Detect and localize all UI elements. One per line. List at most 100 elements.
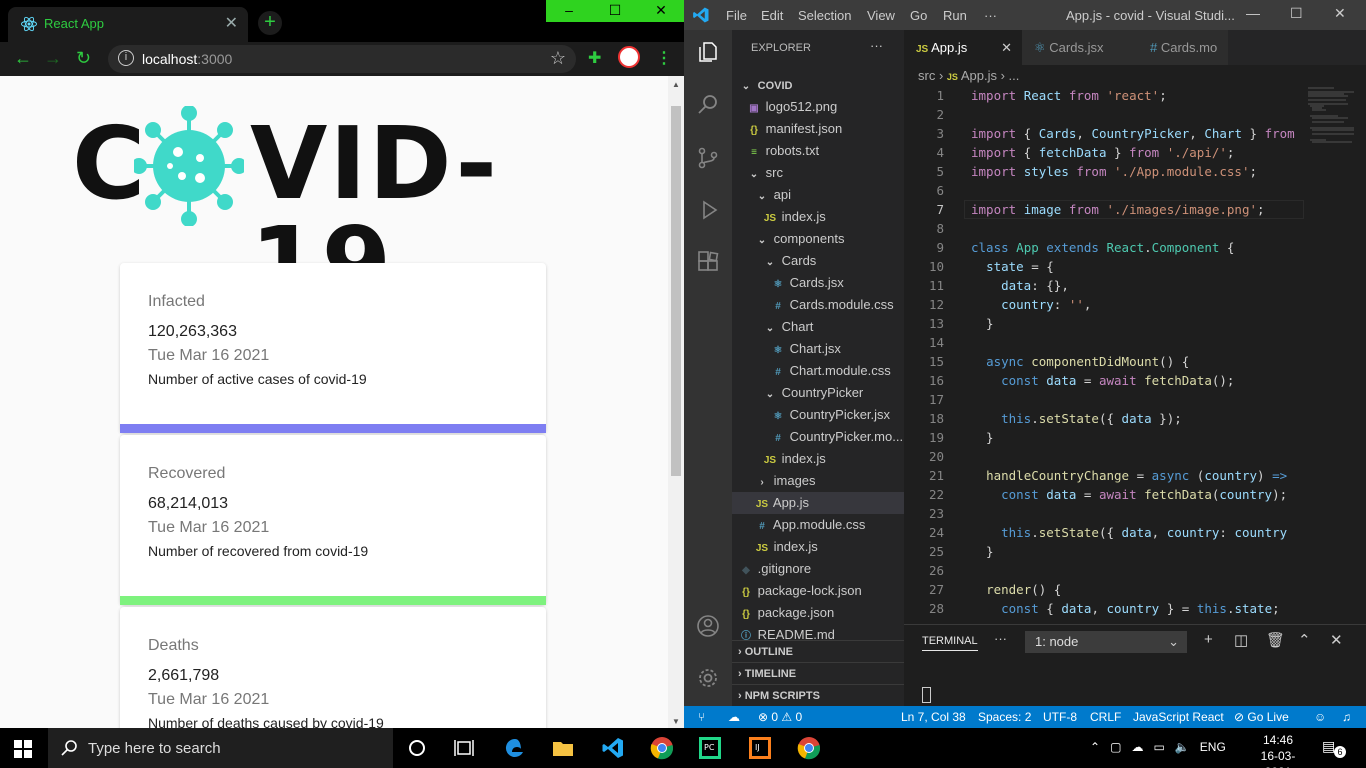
tree-item[interactable]: ⚛ CountryPicker.jsx xyxy=(732,404,904,426)
tree-item[interactable]: # CountryPicker.mo... xyxy=(732,426,904,448)
settings-gear-icon[interactable] xyxy=(696,666,720,690)
page-scrollbar[interactable]: ▲ ▼ xyxy=(668,76,684,728)
section-npm-scripts[interactable]: › NPM SCRIPTS xyxy=(732,684,904,706)
edge-icon[interactable] xyxy=(503,736,527,760)
tree-item[interactable]: ⚛ Cards.jsx xyxy=(732,272,904,294)
remote-icon[interactable]: ⑂ xyxy=(698,710,705,724)
split-terminal-icon[interactable]: ◫ xyxy=(1234,631,1248,649)
run-debug-icon[interactable] xyxy=(696,198,720,222)
live-share-icon[interactable]: ☁ xyxy=(728,710,740,724)
feedback-icon[interactable]: ☺ xyxy=(1314,710,1326,724)
accounts-icon[interactable] xyxy=(696,614,720,638)
tree-item[interactable]: {} package.json xyxy=(732,602,904,624)
address-bar[interactable]: i localhost:3000 ☆ xyxy=(108,45,576,73)
taskbar-search[interactable]: Type here to search xyxy=(48,728,393,768)
menu-view[interactable]: View xyxy=(867,8,895,23)
chrome-menu-icon[interactable]: ⋮ xyxy=(656,48,672,68)
reload-icon[interactable]: ↻ xyxy=(76,48,91,69)
onedrive-icon[interactable]: ☁ xyxy=(1131,740,1143,754)
tree-item[interactable]: {} package-lock.json xyxy=(732,580,904,602)
tree-item[interactable]: JS index.js xyxy=(732,448,904,470)
source-control-icon[interactable] xyxy=(696,146,720,170)
close-window-button[interactable]: ✕ xyxy=(638,0,684,22)
windows-start-icon[interactable] xyxy=(14,740,32,758)
tab-cards-module-css[interactable]: # Cards.mo xyxy=(1138,30,1228,65)
go-live-button[interactable]: ⊘ Go Live xyxy=(1234,710,1289,724)
tray-chevron-up-icon[interactable]: ⌃ xyxy=(1090,740,1100,754)
breadcrumb-src[interactable]: src xyxy=(918,68,935,83)
new-tab-button[interactable]: + xyxy=(258,11,282,35)
terminal-select[interactable]: 1: node ⌄ xyxy=(1025,631,1187,653)
search-icon[interactable] xyxy=(696,92,720,116)
tree-item[interactable]: ⌄ COVID xyxy=(732,74,904,96)
tree-item[interactable]: # Cards.module.css xyxy=(732,294,904,316)
tree-item[interactable]: JS index.js xyxy=(732,206,904,228)
menu-file[interactable]: File xyxy=(726,8,747,23)
network-icon[interactable]: ▭ xyxy=(1153,740,1164,754)
minimap[interactable] xyxy=(1304,86,1366,176)
menu-more[interactable]: ··· xyxy=(984,8,997,23)
tree-item[interactable]: JS App.js xyxy=(732,492,904,514)
scrollbar-thumb[interactable] xyxy=(671,106,681,476)
info-icon[interactable]: i xyxy=(118,50,134,66)
section-outline[interactable]: › OUTLINE xyxy=(732,640,904,662)
chrome-taskbar-icon-2[interactable] xyxy=(797,736,821,760)
tab-app-js[interactable]: JS App.js ✕ xyxy=(904,30,1022,65)
scroll-up-icon[interactable]: ▲ xyxy=(672,80,680,89)
tree-item[interactable]: # Chart.module.css xyxy=(732,360,904,382)
explorer-icon[interactable] xyxy=(696,40,720,64)
chrome-taskbar-icon[interactable] xyxy=(650,736,674,760)
breadcrumb-file[interactable]: App.js xyxy=(961,68,997,83)
tab-cards-jsx[interactable]: ⚛ Cards.jsx xyxy=(1022,30,1138,65)
tree-item[interactable]: ⌄ Chart xyxy=(732,316,904,338)
bookmark-star-icon[interactable]: ☆ xyxy=(550,48,566,69)
extensions-puzzle-icon[interactable]: ✚ xyxy=(588,48,601,68)
tab-close-icon[interactable]: ✕ xyxy=(225,13,238,33)
pycharm-icon[interactable]: PC xyxy=(698,736,722,760)
trash-icon[interactable]: 🗑 xyxy=(1266,631,1285,649)
file-explorer-icon[interactable] xyxy=(551,736,575,760)
tree-item[interactable]: ◆ .gitignore xyxy=(732,558,904,580)
menu-selection[interactable]: Selection xyxy=(798,8,851,23)
volume-icon[interactable]: 🔈 xyxy=(1175,740,1190,754)
tree-item[interactable]: ⚛ Chart.jsx xyxy=(732,338,904,360)
task-view-icon[interactable] xyxy=(452,736,476,760)
cortana-icon[interactable] xyxy=(405,736,429,760)
tree-item[interactable]: {} manifest.json xyxy=(732,118,904,140)
menu-edit[interactable]: Edit xyxy=(761,8,783,23)
tree-item[interactable]: ⌄ components xyxy=(732,228,904,250)
forward-icon[interactable]: → xyxy=(44,48,62,69)
encoding[interactable]: UTF-8 xyxy=(1043,710,1077,724)
tree-item[interactable]: ≡ robots.txt xyxy=(732,140,904,162)
tree-item[interactable]: # App.module.css xyxy=(732,514,904,536)
notifications-bell-icon[interactable]: ♫ xyxy=(1342,710,1351,724)
intellij-icon[interactable]: IJ xyxy=(748,736,772,760)
problems-indicator[interactable]: ⊗ 0 ⚠ 0 xyxy=(758,710,802,724)
tree-item[interactable]: JS index.js xyxy=(732,536,904,558)
tree-item[interactable]: ⌄ CountryPicker xyxy=(732,382,904,404)
terminal-tab[interactable]: TERMINAL xyxy=(922,635,978,651)
tray-device-icon[interactable]: ▢ xyxy=(1110,740,1121,754)
chrome-tab[interactable]: React App ✕ xyxy=(8,7,248,42)
scroll-down-icon[interactable]: ▼ xyxy=(672,717,680,726)
vs-close-icon[interactable]: ✕ xyxy=(1334,5,1346,22)
panel-more-icon[interactable]: ··· xyxy=(994,631,1007,646)
minimize-button[interactable]: – xyxy=(546,0,592,22)
menu-go[interactable]: Go xyxy=(910,8,927,23)
new-terminal-icon[interactable]: + xyxy=(1204,631,1213,648)
tree-item[interactable]: › images xyxy=(732,470,904,492)
profile-avatar[interactable] xyxy=(618,46,640,68)
tree-item[interactable]: ⌄ src xyxy=(732,162,904,184)
code-editor[interactable]: 1 2 3 4 5 6 7 8 9 10 11 12 13 14 15 16 17 18 19 20 21 22 23 24 2… xyxy=(904,86,1366,624)
vs-minimize-icon[interactable]: — xyxy=(1246,5,1260,21)
language-indicator[interactable]: ENG xyxy=(1200,740,1226,754)
maximize-button[interactable]: ☐ xyxy=(592,0,638,22)
extensions-icon[interactable] xyxy=(696,250,720,274)
language-mode[interactable]: JavaScript React xyxy=(1133,710,1224,724)
tree-item[interactable]: ⌄ Cards xyxy=(732,250,904,272)
taskbar-clock[interactable]: 14:46 16-03-2021 xyxy=(1250,732,1306,768)
back-icon[interactable]: ← xyxy=(14,48,32,69)
breadcrumb-more[interactable]: ... xyxy=(1009,68,1020,83)
tree-item[interactable]: ▣ logo512.png xyxy=(732,96,904,118)
menu-run[interactable]: Run xyxy=(943,8,967,23)
